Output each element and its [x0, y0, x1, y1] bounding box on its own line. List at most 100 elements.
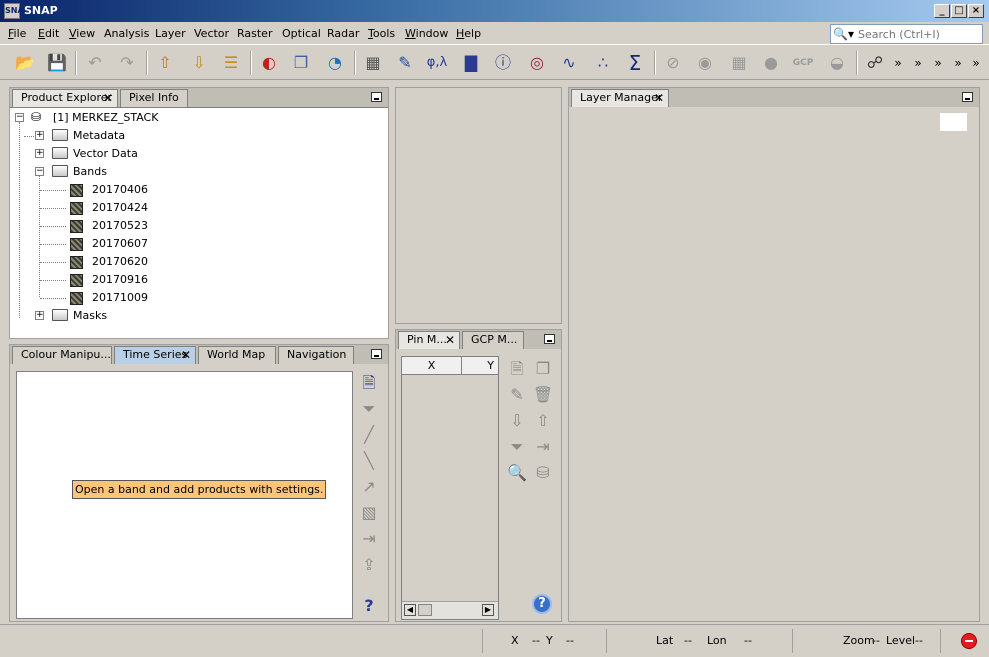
more-tools-icon-3[interactable]: » — [930, 50, 946, 76]
band-maths-icon[interactable]: ✎ — [392, 50, 418, 76]
tree-node-metadata[interactable]: Metadata — [73, 127, 125, 145]
error-indicator-icon[interactable] — [961, 633, 977, 649]
show-gcps-icon[interactable]: ╲ — [358, 450, 380, 472]
undo-icon[interactable]: ↶ — [82, 50, 108, 76]
filter-icon[interactable]: ⏷ — [358, 398, 380, 420]
scroll-right-icon[interactable]: ▶ — [482, 604, 494, 616]
import-pins-icon[interactable]: ⇩ — [506, 410, 528, 432]
transfer-pins-icon[interactable]: ⛁ — [532, 462, 554, 484]
magnifier-icon[interactable]: 🔍▾ — [833, 26, 857, 42]
tab-world-map[interactable]: World Map — [198, 346, 276, 364]
product-root-node[interactable]: [1] MERKEZ_STACK — [53, 109, 158, 127]
help-icon[interactable]: ? — [358, 595, 380, 617]
tree-node-masks[interactable]: Masks — [73, 307, 107, 325]
menu-layer[interactable]: Layer — [155, 27, 186, 40]
export-table-icon[interactable]: ⇥ — [532, 436, 554, 458]
menu-view[interactable]: View — [69, 27, 95, 40]
scatter-plot-icon[interactable]: ∴ — [590, 50, 616, 76]
tab-product-explorer[interactable]: Product Explorer ✕ — [12, 89, 118, 107]
tab-layer-manager[interactable]: Layer Manager ✕ — [571, 89, 669, 107]
menu-help[interactable]: Help — [456, 27, 481, 40]
tab-pixel-info[interactable]: Pixel Info — [120, 89, 188, 107]
menu-optical[interactable]: Optical — [282, 27, 321, 40]
collapse-icon[interactable]: − — [35, 167, 44, 176]
sum-icon[interactable]: Σ — [622, 50, 648, 76]
statistics-icon[interactable]: ◎ — [524, 50, 550, 76]
tree-band[interactable]: 20170523 — [92, 217, 148, 235]
close-window-button[interactable]: × — [968, 4, 984, 18]
zoom-all-icon[interactable]: ▧ — [358, 502, 380, 524]
minimize-panel-icon[interactable] — [544, 334, 555, 344]
delete-pin-icon[interactable]: 🗑 — [532, 384, 554, 406]
tile-windows-icon[interactable]: ❐ — [288, 50, 314, 76]
subset-icon[interactable]: ☰ — [218, 50, 244, 76]
search-box[interactable]: 🔍▾ — [830, 24, 983, 44]
menu-raster[interactable]: Raster — [237, 27, 272, 40]
close-tab-icon[interactable]: ✕ — [654, 90, 664, 106]
tree-band[interactable]: 20170406 — [92, 181, 148, 199]
tree-node-vector-data[interactable]: Vector Data — [73, 145, 138, 163]
tree-band[interactable]: 20170424 — [92, 199, 148, 217]
save-product-icon[interactable]: 💾 — [44, 50, 70, 76]
open-product-icon[interactable]: 📂 — [12, 50, 38, 76]
histogram-icon[interactable]: ▇ — [458, 50, 484, 76]
gcp-tool-icon[interactable]: ◉ — [692, 50, 718, 76]
rgb-image-icon[interactable]: ◐ — [256, 50, 282, 76]
maximize-button[interactable]: □ — [951, 4, 967, 18]
tab-navigation[interactable]: Navigation — [278, 346, 354, 364]
tree-band[interactable]: 20171009 — [92, 289, 148, 307]
close-tab-icon[interactable]: ✕ — [181, 347, 191, 363]
pixel-pos-icon[interactable]: ● — [758, 50, 784, 76]
show-pins-icon[interactable]: ╱ — [358, 424, 380, 446]
column-header-y[interactable]: Y — [462, 357, 498, 375]
geo-coding-icon[interactable]: φ,λ — [424, 50, 450, 76]
gcp-icon[interactable]: GCP — [790, 50, 816, 76]
export-icon[interactable]: ⇪ — [358, 554, 380, 576]
scroll-thumb[interactable] — [418, 604, 432, 616]
menu-file[interactable]: File — [8, 27, 26, 40]
close-tab-icon[interactable]: ✕ — [445, 332, 455, 348]
close-tab-icon[interactable]: ✕ — [103, 90, 113, 106]
tab-pin-manager[interactable]: Pin M... ✕ — [398, 331, 460, 349]
minimize-button[interactable]: _ — [934, 4, 950, 18]
tab-time-series[interactable]: Time Series ✕ — [114, 346, 196, 364]
tree-band[interactable]: 20170916 — [92, 271, 148, 289]
help-icon[interactable]: ? — [532, 594, 552, 614]
tree-band[interactable]: 20170620 — [92, 253, 148, 271]
redo-icon[interactable]: ↷ — [114, 50, 140, 76]
import-icon[interactable]: ⇧ — [152, 50, 178, 76]
menu-edit[interactable]: Edit — [38, 27, 59, 40]
cursor-icon[interactable]: ↗ — [358, 476, 380, 498]
edit-pin-icon[interactable]: ✎ — [506, 384, 528, 406]
export-icon[interactable]: ⇩ — [186, 50, 212, 76]
menu-vector[interactable]: Vector — [194, 27, 229, 40]
graticule-icon[interactable]: ▦ — [360, 50, 386, 76]
spectrum-icon[interactable]: ∿ — [556, 50, 582, 76]
expand-icon[interactable]: + — [35, 131, 44, 140]
scroll-left-icon[interactable]: ◀ — [404, 604, 416, 616]
grid-tool-icon[interactable]: ▦ — [726, 50, 752, 76]
menu-window[interactable]: Window — [405, 27, 448, 40]
world-wind-icon[interactable]: ◔ — [322, 50, 348, 76]
minimize-panel-icon[interactable] — [371, 349, 382, 359]
more-tools-icon-4[interactable]: » — [950, 50, 966, 76]
more-tools-icon[interactable]: » — [890, 50, 906, 76]
new-graph-icon[interactable]: 🗎 — [358, 372, 380, 394]
information-icon[interactable]: ⓘ — [490, 50, 516, 76]
menu-radar[interactable]: Radar — [327, 27, 359, 40]
tree-band[interactable]: 20170607 — [92, 235, 148, 253]
minimize-panel-icon[interactable] — [371, 92, 382, 102]
tab-colour-manipulation[interactable]: Colour Manipu... — [12, 346, 112, 364]
pin-tool-icon[interactable]: ⊘ — [660, 50, 686, 76]
copy-pin-icon[interactable]: ❐ — [532, 358, 554, 380]
column-header-x[interactable]: X — [402, 357, 462, 375]
expand-icon[interactable]: + — [35, 311, 44, 320]
tab-gcp-manager[interactable]: GCP M... — [462, 331, 524, 349]
filter-pins-icon[interactable]: ⏷ — [506, 436, 528, 458]
export-pins-icon[interactable]: ⇧ — [532, 410, 554, 432]
minimize-panel-icon[interactable] — [962, 92, 973, 102]
menu-tools[interactable]: Tools — [368, 27, 395, 40]
collapse-icon[interactable]: − — [15, 113, 24, 122]
zoom-to-pin-icon[interactable]: 🔍 — [506, 462, 528, 484]
more-tools-icon-5[interactable]: » — [968, 50, 984, 76]
